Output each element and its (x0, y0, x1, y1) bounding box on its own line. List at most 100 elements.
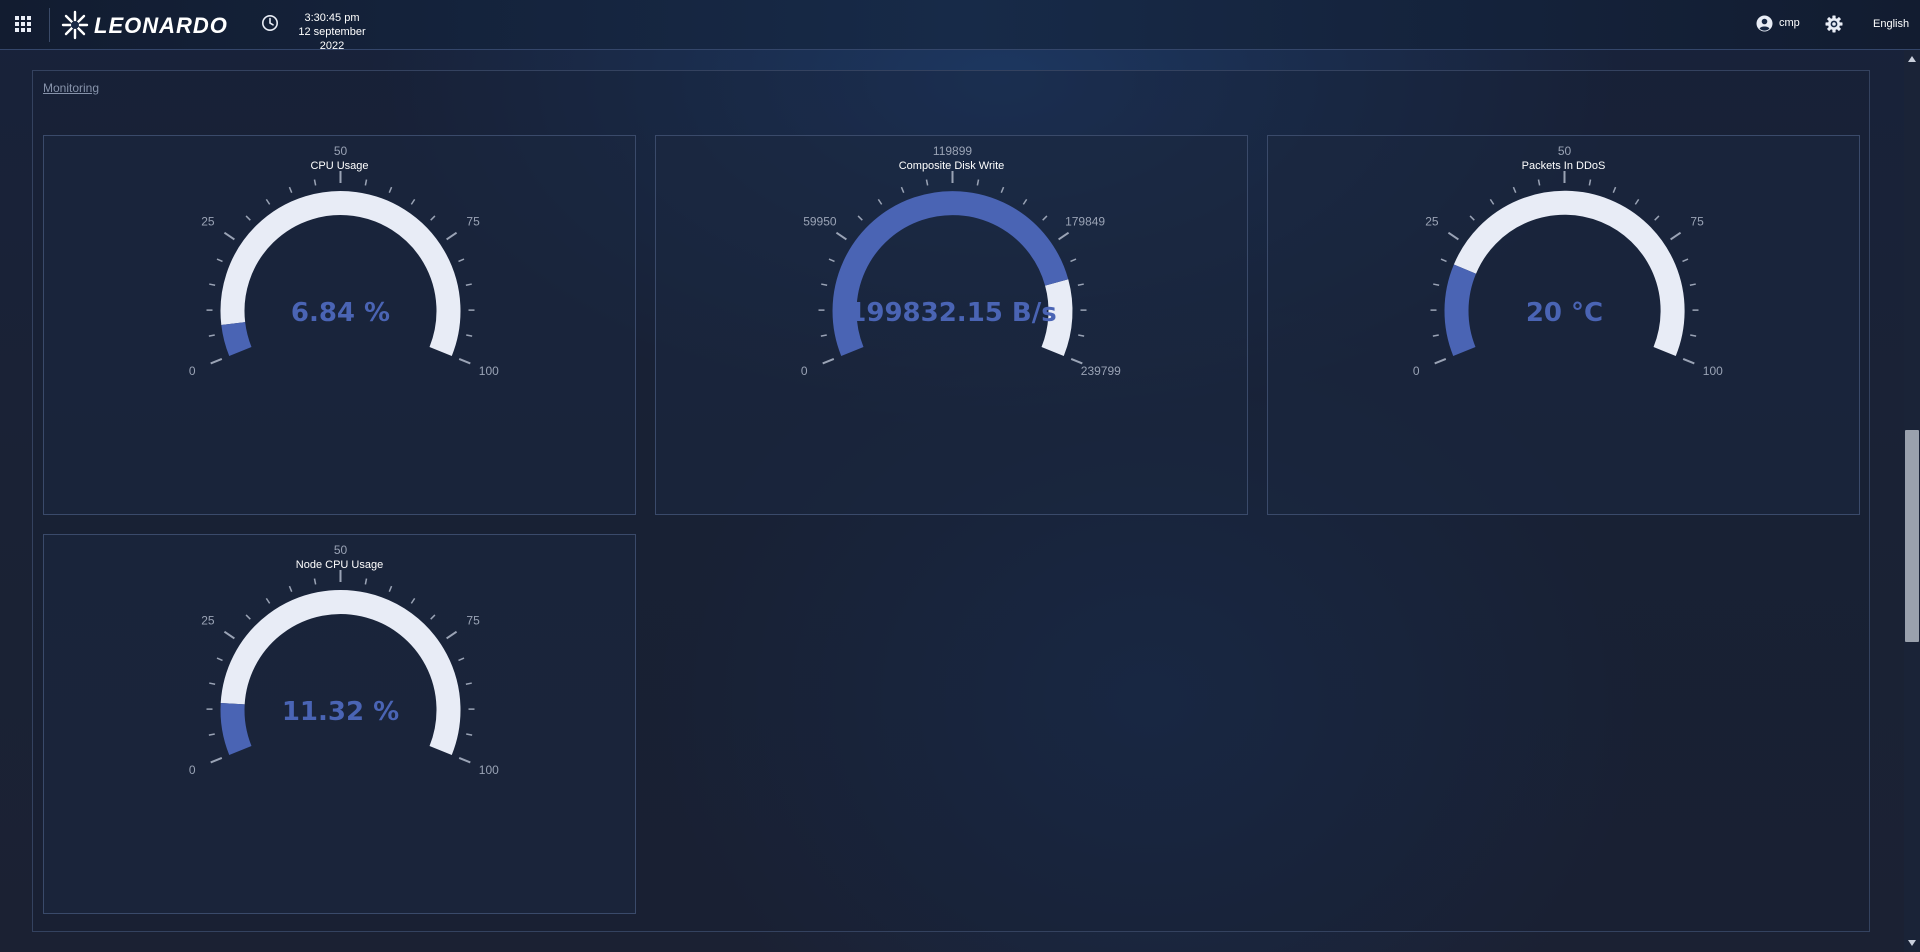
user-name: cmp (1779, 17, 1800, 29)
gauge-minor-tick (458, 258, 465, 263)
gauge-minor-tick (1078, 334, 1085, 337)
gauge-value-arc (832, 191, 1069, 356)
gauge-minor-tick (1690, 334, 1697, 337)
gauge-minor-tick (925, 179, 929, 186)
gauge-minor-tick (313, 578, 317, 585)
gauge-minor-tick (1654, 215, 1660, 221)
gauge-minor-tick (1469, 215, 1475, 221)
header-divider (49, 8, 50, 42)
gauge-scale-label: 50 (1558, 144, 1572, 158)
gauge-minor-tick (1537, 179, 1541, 186)
gauge-chart: 0 25 50 75 100 20 °C (1413, 144, 1723, 378)
logo-burst-icon (61, 10, 89, 40)
gauge-scale-label: 75 (1690, 215, 1704, 229)
gauge-minor-tick (828, 258, 835, 263)
apps-grid-icon[interactable] (15, 16, 33, 34)
gauge-scale-label: 50 (334, 543, 348, 557)
gauge-minor-tick (1682, 258, 1689, 263)
gauge-minor-tick (1070, 258, 1077, 263)
gauge-card-cpu-usage: CPU Usage 0 25 50 75 100 6.84 % (43, 135, 636, 515)
gauge-minor-tick (877, 198, 883, 205)
gauge-minor-tick (208, 334, 215, 337)
gauge-minor-tick (245, 215, 251, 221)
gauge-value-text: 11.32 % (282, 697, 399, 727)
gauge-minor-tick (265, 198, 271, 205)
gauge-value-text: 6.84 % (291, 298, 390, 328)
gauge-scale-label: 75 (466, 614, 480, 628)
scroll-up-arrow-icon[interactable] (1908, 56, 1916, 62)
gauge-minor-tick (1489, 198, 1495, 205)
gauge-remaining-arc (1453, 190, 1685, 356)
gauge-minor-tick (1432, 334, 1439, 337)
gauge-scale-label: 119899 (933, 144, 972, 158)
gauge-minor-tick (410, 597, 416, 604)
gauge-minor-tick (857, 215, 863, 221)
gauge-major-tick (1434, 358, 1447, 365)
gauge-minor-tick (208, 733, 215, 736)
gauge-value-arc (221, 321, 252, 356)
breadcrumb-monitoring[interactable]: Monitoring (43, 81, 99, 95)
gauge-scale-label: 239799 (1081, 364, 1121, 378)
gauge-minor-tick (466, 334, 473, 337)
gauge-major-tick (1670, 231, 1682, 241)
current-time: 3:30:45 pm (304, 12, 360, 24)
gauge-major-tick (1070, 358, 1083, 365)
gauge-minor-tick (265, 597, 271, 604)
gauge-minor-tick (245, 614, 251, 620)
gauge-value-text: 20 °C (1526, 298, 1603, 328)
gauge-scale-label: 50 (334, 144, 348, 158)
gauge-major-tick (458, 757, 471, 764)
gauge-scale-label: 0 (1413, 364, 1420, 378)
scrollbar-thumb[interactable] (1905, 430, 1919, 642)
gauge-minor-tick (410, 198, 416, 205)
current-date: 12 september 2022 (298, 26, 366, 52)
gauge-scale-label: 59950 (803, 215, 837, 229)
gauge-scale-label: 25 (1425, 215, 1439, 229)
gauge-minor-tick (820, 334, 827, 337)
logo-text: LEONARDO (94, 13, 228, 38)
gauge-minor-tick (458, 657, 465, 662)
gauge-chart: 0 59950 119899 179849 239799 199832.15 B/s (801, 144, 1121, 378)
gauge-minor-tick (1512, 186, 1517, 193)
gauge-scale-label: 0 (189, 763, 196, 777)
gauge-minor-tick (430, 215, 436, 221)
gauge-card-composite-disk-write: Composite Disk Write 0 59950 119899 179849 2… (655, 135, 1248, 515)
gauge-card-node-cpu-usage: Node CPU Usage 0 25 50 75 100 11.32 % (43, 534, 636, 914)
gauge-minor-tick (1689, 283, 1696, 286)
gauge-minor-tick (430, 614, 436, 620)
gauge-value-arc (220, 702, 252, 755)
gauge-minor-tick (388, 585, 393, 592)
gauge-minor-tick (216, 258, 223, 263)
settings-icon[interactable] (1825, 15, 1843, 33)
gauge-minor-tick (465, 283, 472, 286)
gauge-scale-label: 0 (189, 364, 196, 378)
gauge-major-tick (458, 358, 471, 365)
gauge-major-tick (446, 231, 458, 241)
gauge-major-tick (1447, 231, 1459, 241)
gauge-scale-label: 100 (479, 364, 499, 378)
gauge-minor-tick (1077, 283, 1084, 286)
gauge-minor-tick (1440, 258, 1447, 263)
clock-icon (262, 15, 278, 31)
gauge-major-tick (223, 630, 235, 640)
gauge-major-tick (1058, 231, 1070, 241)
gauge-major-tick (223, 231, 235, 241)
gauge-value-arc (1444, 264, 1477, 356)
language-selector[interactable]: English (1873, 18, 1909, 30)
gauge-major-tick (210, 757, 223, 764)
leonardo-logo[interactable]: LEONARDO (60, 9, 240, 41)
gauge-scale-label: 100 (479, 763, 499, 777)
gauge-minor-tick (1634, 198, 1640, 205)
gauge-scale-label: 100 (1703, 364, 1723, 378)
gauge-minor-tick (1000, 186, 1005, 193)
gauge-minor-tick (364, 578, 368, 585)
gauge-minor-tick (288, 585, 293, 592)
user-icon (1756, 15, 1773, 32)
scroll-down-arrow-icon[interactable] (1908, 940, 1916, 946)
gauge-scale-label: 25 (201, 614, 215, 628)
gauge-minor-tick (216, 657, 223, 662)
gauge-scale-label: 25 (201, 215, 215, 229)
gauge-minor-tick (313, 179, 317, 186)
gauge-value-text: 199832.15 B/s (848, 298, 1056, 328)
gauge-minor-tick (466, 733, 473, 736)
